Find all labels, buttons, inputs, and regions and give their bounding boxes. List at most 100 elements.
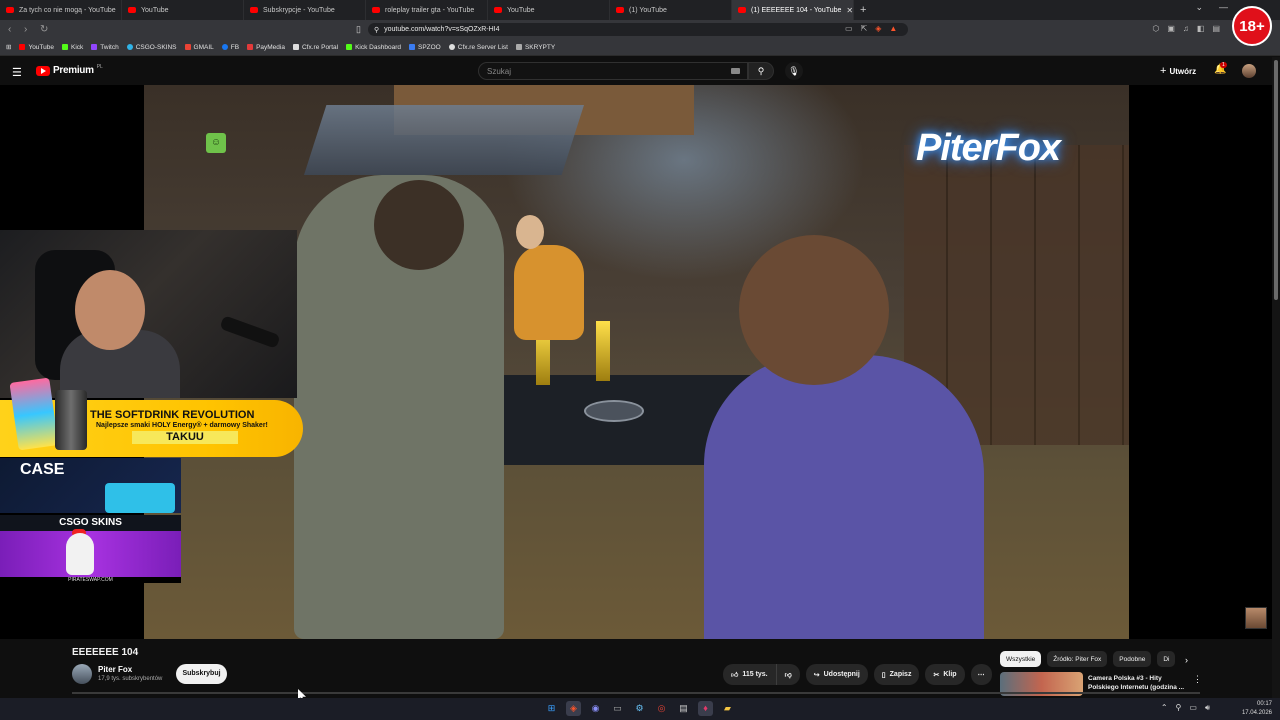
youtube-favicon-icon [250, 7, 258, 13]
recommendation-title[interactable]: Camera Polska #3 - Hity Polskiego Intern… [1088, 674, 1188, 692]
wallet-icon[interactable]: ▤ [1212, 24, 1220, 33]
like-button[interactable]: 👍︎ 115 tys. [723, 664, 776, 685]
voice-search-button[interactable]: 🎙 [785, 62, 803, 80]
browser-tab[interactable]: YouTube [122, 0, 244, 20]
energy-drink-promo: THE SOFTDRINK REVOLUTION Najlepsze smaki… [0, 377, 303, 457]
kick-icon [62, 44, 68, 50]
kick-icon [346, 44, 353, 50]
close-tab-icon[interactable]: ✕ [846, 6, 853, 15]
bookmark-youtube[interactable]: YouTube [19, 44, 54, 51]
bookmark-paymedia[interactable]: PayMedia [247, 44, 285, 51]
taskbar-clock[interactable]: 00:17 17.04.2026 [1242, 700, 1272, 718]
more-vertical-icon[interactable]: ⋮ [1193, 674, 1202, 685]
brave-shields-icon[interactable]: ◈ [875, 24, 881, 33]
chip-from-channel[interactable]: Źródło: Piter Fox [1047, 651, 1108, 667]
bookmarks-bar: ⊞ YouTube Kick Twitch CSGO-SKINS GMAIL F… [0, 39, 1280, 56]
bookmark-spzoo[interactable]: SPZOO [408, 44, 441, 51]
bookmark-cfx-server-list[interactable]: Cfx.re Server List [448, 44, 508, 51]
bookmark-gmail[interactable]: GMAIL [184, 44, 214, 51]
mic-icon: 🎙 [788, 66, 800, 76]
brave-browser-icon[interactable]: ◈ [566, 701, 581, 716]
save-button[interactable]: ▯ Zapisz [873, 664, 920, 685]
apps-grid-icon[interactable]: ⊞ [6, 43, 11, 51]
scrollbar-thumb[interactable] [1274, 60, 1278, 300]
app-icon[interactable]: ♦ [698, 701, 713, 716]
taskbar-apps: ⊞ ◈ ◉ ▭ ⚙ ◎ ▤ ♦ ▰ [544, 701, 735, 716]
search-input[interactable]: Szukaj [478, 62, 748, 80]
scene-sink [584, 400, 644, 422]
youtube-logo[interactable]: Premium PL [36, 64, 103, 76]
browser-tab[interactable]: roleplay trailer gta - YouTube [366, 0, 488, 20]
back-icon[interactable]: ‹ [8, 24, 24, 35]
bookmark-kick-dashboard[interactable]: Kick Dashboard [346, 44, 401, 51]
menu-icon[interactable]: ☰ [12, 66, 22, 79]
location-icon[interactable]: ⚲ [1176, 703, 1182, 713]
site-info-icon[interactable]: ⚲ [374, 26, 379, 34]
browser-tab[interactable]: YouTube [488, 0, 610, 20]
volume-icon[interactable]: 🔊︎ [1205, 703, 1210, 713]
plus-icon: + [1160, 65, 1167, 77]
more-actions-button[interactable]: ⋯ [970, 664, 992, 685]
chip-related[interactable]: Podobne [1113, 651, 1152, 667]
extension-icon[interactable]: ⬡ [1152, 24, 1159, 33]
browser-tab[interactable]: (1) YouTube [610, 0, 732, 20]
browser-tab-active[interactable]: (1) EEEEEEE 104 - YouTube ✕ [732, 0, 854, 20]
promo-shaker-image [55, 390, 87, 450]
scene-range-hood [304, 105, 584, 175]
network-icon[interactable]: ▭ [1189, 703, 1197, 713]
bookmark-icon[interactable]: ▯ [356, 24, 361, 35]
file-explorer-icon[interactable]: ▰ [720, 701, 735, 716]
youtube-favicon-icon [738, 7, 746, 13]
brave-rewards-icon[interactable]: ▲ [889, 24, 897, 33]
subscribe-button[interactable]: Subskrybuj [176, 664, 227, 684]
windows-start-icon[interactable]: ⊞ [544, 701, 559, 716]
extension-icon[interactable]: ▣ [1167, 24, 1175, 33]
chip-truncated[interactable]: Di [1157, 651, 1176, 667]
share-button[interactable]: ↪ Udostępnij [805, 664, 868, 685]
case-label: CASE [20, 461, 65, 478]
keyboard-icon[interactable] [731, 68, 740, 74]
create-button[interactable]: + Utwórz [1160, 65, 1196, 77]
notepad-icon[interactable]: ▤ [676, 701, 691, 716]
scene-person-purple-head [739, 235, 889, 385]
bookmark-twitch[interactable]: Twitch [91, 44, 119, 51]
sidebar-icon[interactable]: ◧ [1197, 24, 1205, 33]
new-tab-icon[interactable]: + [860, 4, 866, 16]
dislike-button[interactable]: 👎︎ [775, 664, 800, 685]
pirateswap-url: PIRATESWAP.COM [0, 577, 181, 583]
chevron-right-icon[interactable]: › [1185, 655, 1188, 665]
url-field[interactable]: ⚲ youtube.com/watch?v=sSqOZxR-HI4 [368, 23, 908, 36]
media-icon[interactable]: ♫ [1183, 24, 1189, 33]
scissors-icon: ✂ [933, 671, 940, 679]
forward-icon[interactable]: › [24, 24, 40, 35]
search-button[interactable]: ⚲ [748, 62, 774, 80]
share-icon[interactable]: ⇱ [861, 24, 868, 33]
video-player[interactable]: ☺ PiterFox THE SOFTDRINK REVOLUTION Najl… [0, 85, 1280, 639]
bookmark-cfx-portal[interactable]: Cfx.re Portal [292, 44, 338, 51]
facebook-icon [221, 44, 228, 50]
youtube-favicon-icon [6, 7, 14, 13]
csgo-skins-icon [126, 44, 133, 50]
minimize-icon[interactable]: — [1219, 2, 1228, 13]
reload-icon[interactable]: ↻ [40, 24, 56, 35]
terminal-icon[interactable]: ▭ [610, 701, 625, 716]
bookmark-skrypty[interactable]: SKRYPTY [515, 44, 555, 51]
steam-icon[interactable]: ⚙ [632, 701, 647, 716]
discord-icon[interactable]: ◉ [588, 701, 603, 716]
bookmark-kick[interactable]: Kick [62, 44, 83, 51]
channel-name[interactable]: Piter Fox [98, 665, 132, 674]
browser-tab[interactable]: Za tych co nie mogą - YouTube [0, 0, 122, 20]
clip-button[interactable]: ✂ Klip [925, 664, 965, 685]
account-avatar[interactable] [1242, 64, 1256, 78]
bookmark-fb[interactable]: FB [221, 44, 239, 51]
chrome-icon[interactable]: ◎ [654, 701, 669, 716]
tab-search-icon[interactable]: ⌄ [1195, 2, 1203, 13]
bookmark-csgo-skins[interactable]: CSGO-SKINS [126, 44, 177, 51]
browser-tab[interactable]: Subskrypcje - YouTube [244, 0, 366, 20]
chevron-up-icon[interactable]: ⌃ [1161, 703, 1168, 713]
chip-all[interactable]: Wszystkie [1000, 651, 1042, 667]
cast-icon[interactable]: ▭ [845, 24, 853, 33]
channel-avatar[interactable] [72, 664, 92, 684]
scene-glass [596, 321, 610, 381]
clock-date: 17.04.2026 [1241, 710, 1272, 716]
